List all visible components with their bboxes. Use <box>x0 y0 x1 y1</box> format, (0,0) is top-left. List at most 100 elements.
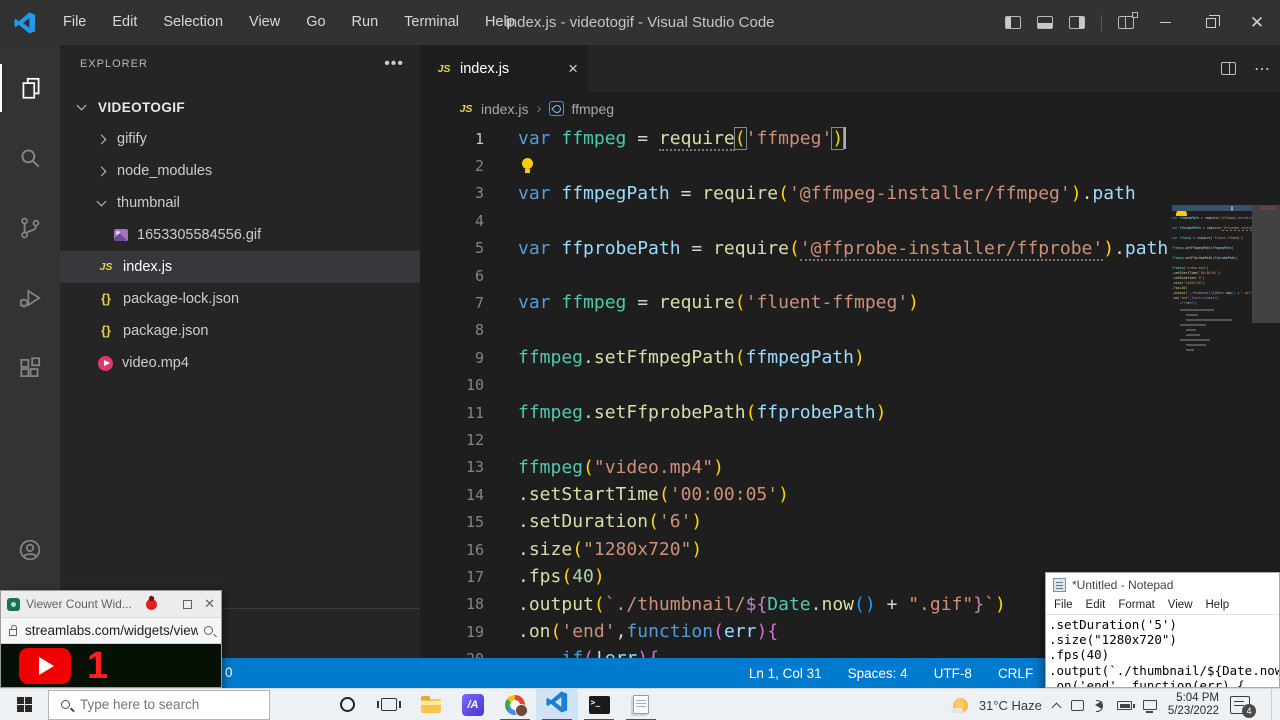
weather-text[interactable]: 31°C Haze <box>979 698 1042 713</box>
menu-item-edit[interactable]: Edit <box>99 14 150 30</box>
code-line[interactable]: 6 <box>420 262 1280 289</box>
terminal-button[interactable]: >_ <box>578 689 620 720</box>
chevron-up-icon[interactable] <box>1051 702 1061 712</box>
accounts-icon[interactable] <box>0 526 60 574</box>
menu-item-terminal[interactable]: Terminal <box>391 14 472 30</box>
breadcrumb-symbol[interactable]: ffmpeg <box>571 101 614 117</box>
address-bar[interactable]: streamlabs.com/widgets/viewe... <box>1 617 221 644</box>
code-line[interactable]: 16.size("1280x720") <box>420 536 1280 563</box>
code-line[interactable]: 8 <box>420 317 1280 344</box>
maximize-button[interactable] <box>183 597 192 612</box>
zoom-icon[interactable] <box>204 626 213 635</box>
action-center-button[interactable]: 4 <box>1230 696 1250 714</box>
code-line[interactable]: 1var ffmpeg = require('ffmpeg') <box>420 125 1280 152</box>
tree-item-1653305584556-gif[interactable]: 1653305584556.gif <box>60 219 420 251</box>
code-line[interactable]: 13ffmpeg("video.mp4") <box>420 454 1280 481</box>
code-line[interactable]: 9ffmpeg.setFfmpegPath(ffmpegPath) <box>420 344 1280 371</box>
notepad-menu-view[interactable]: View <box>1168 599 1193 611</box>
breadcrumb-file[interactable]: index.js <box>481 101 528 117</box>
status-item-crlf[interactable]: CRLF <box>998 666 1033 681</box>
chevron-right-icon <box>97 166 107 176</box>
toggle-panel-icon[interactable] <box>1037 16 1053 29</box>
menu-item-help[interactable]: Help <box>472 14 528 30</box>
url-text[interactable]: streamlabs.com/widgets/viewe... <box>25 623 198 638</box>
code-line[interactable]: 11ffmpeg.setFfprobePath(ffprobePath) <box>420 399 1280 426</box>
tree-item-package-json[interactable]: {}package.json <box>60 315 420 347</box>
close-tab-icon[interactable]: × <box>568 59 578 79</box>
split-editor-icon[interactable] <box>1221 62 1236 75</box>
search-input[interactable] <box>80 697 250 712</box>
code-line[interactable]: 3var ffmpegPath = require('@ffmpeg-insta… <box>420 180 1280 207</box>
status-item-ln-1-col-31[interactable]: Ln 1, Col 31 <box>749 666 822 681</box>
notepad-content[interactable]: .setDuration('5').size("1280x720").fps(4… <box>1046 615 1279 688</box>
breadcrumb[interactable]: JS index.js › ffmpeg <box>420 92 1280 125</box>
more-actions-icon[interactable]: ••• <box>384 55 404 73</box>
taskbar-clock[interactable]: 5:04 PM 5/23/2022 <box>1168 692 1219 718</box>
taskbar-search[interactable] <box>48 690 270 720</box>
status-item-spaces-4[interactable]: Spaces: 4 <box>848 666 908 681</box>
speaker-icon[interactable] <box>1095 701 1102 709</box>
viewer-window-titlebar[interactable]: Viewer Count Wid... ✕ <box>1 591 221 617</box>
tree-root-videotogif[interactable]: VIDEOTOGIF <box>60 91 420 123</box>
code-line[interactable]: 7var ffmpeg = require('fluent-ffmpeg') <box>420 289 1280 316</box>
line-content: .on('end',function(err){ <box>518 618 778 645</box>
code-line[interactable]: 5var ffprobePath = require('@ffprobe-ins… <box>420 235 1280 262</box>
show-desktop-button[interactable] <box>1271 689 1276 720</box>
code-line[interactable]: 2 <box>420 152 1280 179</box>
code-line[interactable]: 14.setStartTime('00:00:05') <box>420 481 1280 508</box>
notepad-menu-edit[interactable]: Edit <box>1086 599 1106 611</box>
code-line[interactable]: 4 <box>420 207 1280 234</box>
file-explorer-button[interactable] <box>410 689 452 720</box>
viewer-count-window[interactable]: Viewer Count Wid... ✕ streamlabs.com/wid… <box>0 590 222 688</box>
tab-index-js[interactable]: JS index.js × <box>420 45 588 92</box>
battery-icon[interactable] <box>1117 701 1132 710</box>
restore-button[interactable] <box>1188 0 1234 45</box>
start-button[interactable] <box>0 689 48 720</box>
code-line[interactable]: 12 <box>420 426 1280 453</box>
search-activity-icon[interactable] <box>0 134 60 182</box>
scrollbar-thumb[interactable] <box>1252 205 1280 323</box>
task-view-button[interactable] <box>368 689 410 720</box>
close-button[interactable]: ✕ <box>204 596 215 612</box>
code-line[interactable]: 15.setDuration('6') <box>420 508 1280 535</box>
code-line[interactable]: 10 <box>420 372 1280 399</box>
menu-item-view[interactable]: View <box>236 14 293 30</box>
close-button[interactable]: ✕ <box>1234 0 1280 45</box>
menu-item-run[interactable]: Run <box>339 14 392 30</box>
explorer-activity-icon[interactable] <box>0 64 60 112</box>
cortana-button[interactable] <box>326 689 368 720</box>
minimize-button[interactable] <box>1142 0 1188 45</box>
notepad-menu-file[interactable]: File <box>1054 599 1073 611</box>
customize-layout-icon[interactable] <box>1118 16 1134 29</box>
menu-item-go[interactable]: Go <box>293 14 338 30</box>
vscode-button[interactable] <box>536 689 578 720</box>
lightbulb-icon[interactable] <box>1176 211 1187 216</box>
tree-item-node-modules[interactable]: node_modules <box>60 155 420 187</box>
menu-item-file[interactable]: File <box>50 14 99 30</box>
tree-item-gifify[interactable]: gifify <box>60 123 420 155</box>
toggle-sidebar-icon[interactable] <box>1005 16 1021 29</box>
status-item-utf-8[interactable]: UTF-8 <box>934 666 972 681</box>
network-icon[interactable] <box>1143 700 1157 710</box>
run-debug-activity-icon[interactable] <box>0 274 60 322</box>
tree-item-index-js[interactable]: JSindex.js <box>60 251 420 283</box>
notepad-button[interactable] <box>620 689 662 720</box>
tree-item-thumbnail[interactable]: thumbnail <box>60 187 420 219</box>
lightbulb-icon[interactable] <box>522 158 533 169</box>
tree-item-video-mp4[interactable]: video.mp4 <box>60 347 420 379</box>
toggle-secondary-sidebar-icon[interactable] <box>1069 16 1085 29</box>
device-tray-icon[interactable] <box>1071 700 1084 711</box>
tree-item-package-lock-json[interactable]: {}package-lock.json <box>60 283 420 315</box>
editor-more-actions-icon[interactable]: ⋯ <box>1254 59 1270 79</box>
source-control-activity-icon[interactable] <box>0 204 60 252</box>
line-number: 3 <box>420 184 484 202</box>
chrome-button[interactable] <box>494 689 536 720</box>
notepad-menu-help[interactable]: Help <box>1206 599 1230 611</box>
menu-item-selection[interactable]: Selection <box>150 14 236 30</box>
purple-app-button[interactable]: /A <box>452 689 494 720</box>
extensions-activity-icon[interactable] <box>0 344 60 392</box>
problems-count[interactable]: 0 <box>225 658 233 688</box>
notepad-window[interactable]: *Untitled - Notepad File Edit Format View He… <box>1045 572 1280 688</box>
notepad-menu-format[interactable]: Format <box>1118 599 1154 611</box>
notepad-titlebar[interactable]: *Untitled - Notepad <box>1046 573 1279 596</box>
